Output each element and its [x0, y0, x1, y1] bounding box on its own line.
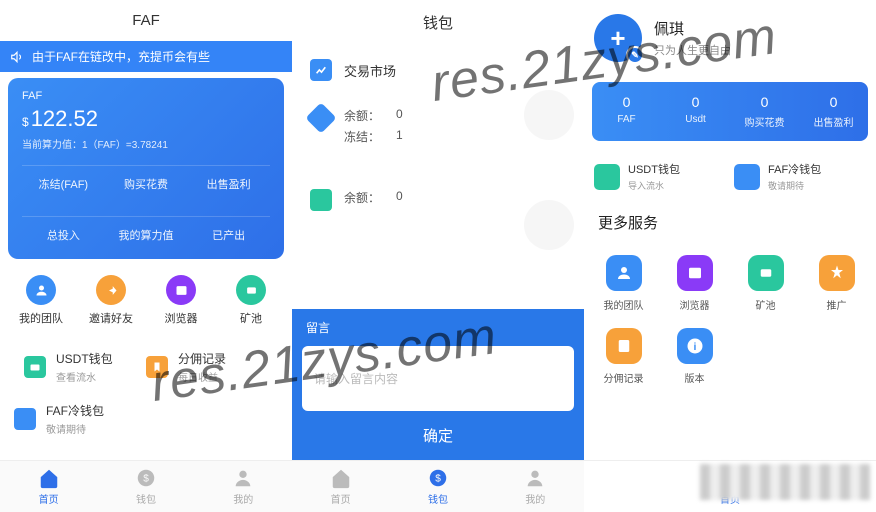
team-icon	[606, 255, 642, 291]
message-input[interactable]: 请输入留言内容	[302, 346, 574, 411]
cold-wallet-icon	[734, 164, 760, 190]
share-icon	[96, 275, 126, 305]
card-stat[interactable]: 出售盈利	[187, 166, 270, 202]
tab-me[interactable]: 我的	[487, 461, 584, 512]
service-browser[interactable]: 浏览器	[659, 247, 730, 320]
pool-icon	[748, 255, 784, 291]
stats-bar: 0FAF 0Usdt 0购买花费 0出售盈利	[592, 82, 868, 141]
stat-usdt[interactable]: 0Usdt	[661, 94, 730, 129]
blurred-region	[700, 464, 870, 500]
svg-text:i: i	[693, 341, 696, 353]
announcement-bar: 由于FAF在链改中，充提币会有些	[0, 41, 292, 72]
balance-label: FAF	[22, 90, 270, 102]
balance-card: FAF $122.52 当前算力值：1（FAF）=3.78241 冻结(FAF)…	[8, 78, 284, 259]
profile-name: 佩琪	[654, 18, 731, 39]
user-icon	[524, 467, 546, 489]
ghost-icon	[524, 90, 574, 140]
tab-bar: 首页 $钱包 我的	[292, 460, 584, 512]
list-item-usdt[interactable]: USDT钱包查看流水	[24, 344, 146, 390]
grid-item-browser[interactable]: 浏览器	[146, 275, 216, 326]
market-section[interactable]: 交易市场	[292, 45, 584, 95]
tab-bar: 首页	[584, 460, 876, 512]
service-commission[interactable]: 分佣记录	[588, 320, 659, 393]
confirm-button[interactable]: 确定	[292, 411, 584, 460]
balance-amount: $122.52	[22, 106, 270, 132]
card-stat[interactable]: 冻结(FAF)	[22, 166, 105, 202]
card-stat[interactable]: 已产出	[187, 217, 270, 253]
service-pool[interactable]: 矿池	[730, 247, 801, 320]
info-icon: i	[677, 328, 713, 364]
wallet-icon	[24, 356, 46, 378]
profile-tagline: 只为人生更自由	[654, 42, 731, 58]
stat-profit[interactable]: 0出售盈利	[799, 94, 868, 129]
grid-item-pool[interactable]: 矿池	[216, 275, 286, 326]
edit-icon[interactable]: ✎	[626, 46, 644, 64]
diamond-icon	[305, 102, 336, 133]
avatar[interactable]: +✎	[594, 14, 642, 62]
home-icon	[38, 467, 60, 489]
ghost-icon	[524, 200, 574, 250]
card-stat[interactable]: 我的算力值	[105, 217, 188, 253]
browser-icon	[166, 275, 196, 305]
tab-me[interactable]: 我的	[195, 461, 292, 512]
stat-spend[interactable]: 0购买花费	[730, 94, 799, 129]
message-title: 留言	[292, 309, 584, 346]
wallet-icon	[594, 164, 620, 190]
list-item-commission[interactable]: 分佣记录每日收益	[146, 344, 268, 390]
grid-item-team[interactable]: 我的团队	[6, 275, 76, 326]
browser-icon	[677, 255, 713, 291]
card-stat[interactable]: 总投入	[22, 217, 105, 253]
stat-faf[interactable]: 0FAF	[592, 94, 661, 129]
team-icon	[26, 275, 56, 305]
coin-icon: $	[427, 467, 449, 489]
page-title: 钱包	[292, 0, 584, 45]
list-item-faf[interactable]: FAF冷钱包敬请期待	[14, 396, 278, 442]
svg-text:$: $	[435, 474, 441, 485]
profile-header: +✎ 佩琪 只为人生更自由	[584, 0, 876, 76]
sound-icon	[10, 50, 24, 64]
service-team[interactable]: 我的团队	[588, 247, 659, 320]
message-panel: 留言 请输入留言内容 确定	[292, 309, 584, 460]
wallet-faf[interactable]: FAF冷钱包敬请期待	[734, 161, 866, 192]
tab-home[interactable]: 首页	[0, 461, 97, 512]
coin-icon: $	[135, 467, 157, 489]
announcement-text: 由于FAF在链改中，充提币会有些	[32, 48, 210, 65]
service-promo[interactable]: 推广	[801, 247, 872, 320]
service-version[interactable]: i版本	[659, 320, 730, 393]
rate-text: 当前算力值：1（FAF）=3.78241	[22, 136, 270, 151]
record-icon	[146, 356, 168, 378]
grid-item-invite[interactable]: 邀请好友	[76, 275, 146, 326]
chart-icon	[310, 59, 332, 81]
tab-wallet[interactable]: $钱包	[97, 461, 194, 512]
pool-icon	[236, 275, 266, 305]
card-stat[interactable]: 购买花费	[105, 166, 188, 202]
promo-icon	[819, 255, 855, 291]
home-icon	[330, 467, 352, 489]
svg-text:$: $	[143, 474, 149, 485]
cold-wallet-icon	[14, 408, 36, 430]
record-icon	[606, 328, 642, 364]
user-icon	[232, 467, 254, 489]
page-title: FAF	[0, 0, 292, 41]
more-services-title: 更多服务	[584, 206, 876, 239]
wallet-usdt[interactable]: USDT钱包导入流水	[594, 161, 726, 192]
tab-home[interactable]: 首页	[292, 461, 389, 512]
wallet-icon	[310, 189, 332, 211]
tab-bar: 首页 $钱包 我的	[0, 460, 292, 512]
tab-wallet[interactable]: $钱包	[389, 461, 486, 512]
